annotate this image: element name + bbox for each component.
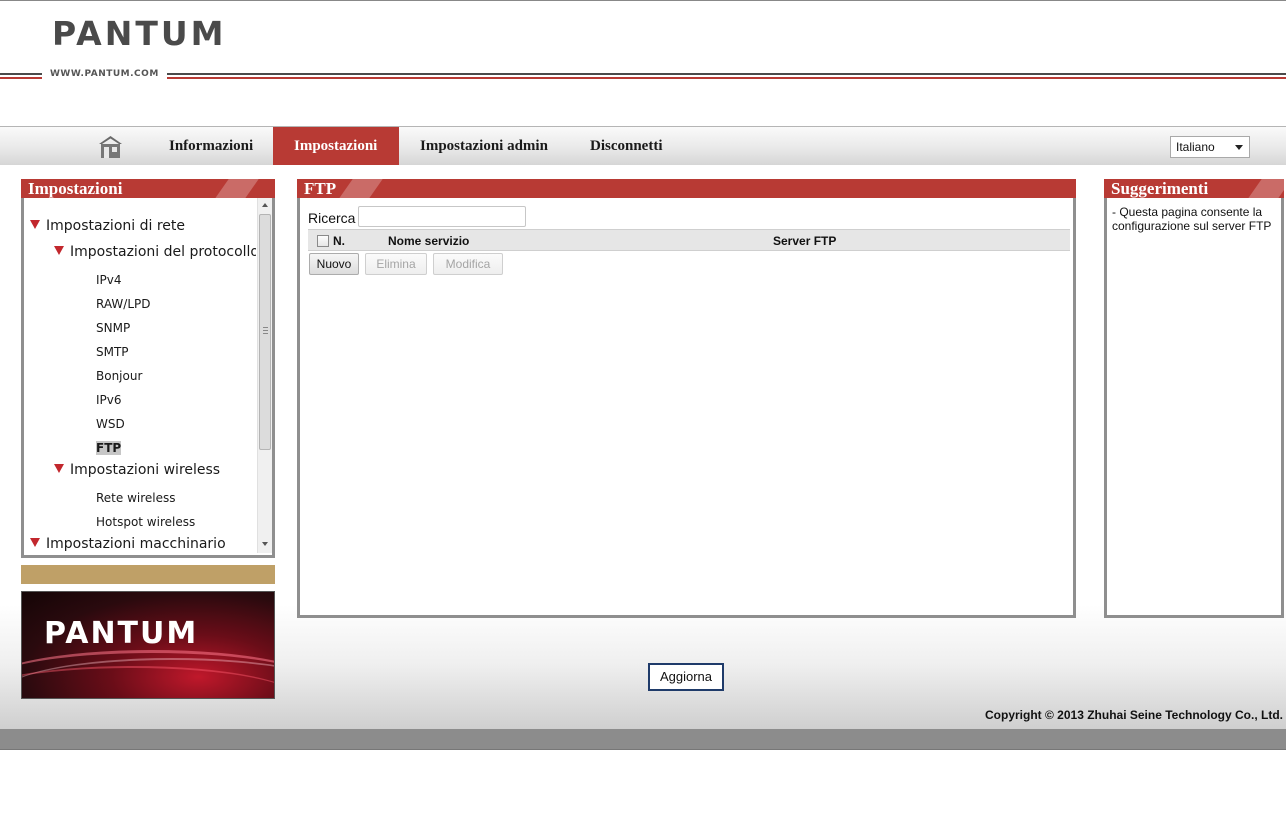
chevron-down-icon — [1235, 145, 1243, 150]
footer-bar — [0, 729, 1286, 749]
column-service-name: Nome servizio — [388, 234, 470, 248]
header-sheen — [334, 179, 386, 198]
sidebar-header: Impostazioni — [21, 179, 275, 198]
hints-title: Suggerimenti — [1111, 179, 1209, 198]
sidebar-title: Impostazioni — [28, 179, 123, 198]
tree-item-wireless-network[interactable]: Rete wireless — [96, 491, 176, 505]
tree-wireless-settings[interactable]: Impostazioni wireless — [54, 462, 220, 478]
tree-machine-settings[interactable]: Impostazioni macchinario — [30, 536, 226, 552]
refresh-button[interactable]: Aggiorna — [648, 663, 724, 691]
column-number: N. — [333, 234, 345, 248]
language-value: Italiano — [1176, 140, 1215, 154]
tree-network-settings[interactable]: Impostazioni di rete — [30, 218, 185, 234]
language-select[interactable]: Italiano — [1170, 136, 1250, 158]
ftp-header: FTP — [297, 179, 1076, 198]
expand-triangle-icon — [54, 246, 64, 255]
tree-protocol-settings[interactable]: Impostazioni del protocollo — [54, 244, 256, 260]
hints-header: Suggerimenti — [1104, 179, 1284, 198]
brand-divider-red — [0, 77, 1286, 79]
header-sheen — [1243, 179, 1284, 198]
nav-disconnetti[interactable]: Disconnetti — [569, 127, 684, 165]
delete-button[interactable]: Elimina — [365, 253, 427, 275]
tree-item-wsd[interactable]: WSD — [96, 417, 125, 431]
brand-url: WWW.PANTUM.COM — [42, 69, 167, 79]
tree-item-ipv6[interactable]: IPv6 — [96, 393, 122, 407]
copyright-text: Copyright © 2013 Zhuhai Seine Technology… — [985, 708, 1283, 722]
select-all-checkbox[interactable] — [317, 235, 329, 247]
search-input[interactable] — [358, 206, 526, 227]
tree-item-snmp[interactable]: SNMP — [96, 321, 130, 335]
tree-item-ipv4[interactable]: IPv4 — [96, 273, 122, 287]
grip-icon — [263, 327, 268, 334]
ftp-title: FTP — [304, 179, 337, 198]
expand-triangle-icon — [30, 538, 40, 547]
scroll-up-arrow-icon[interactable] — [262, 203, 268, 207]
search-label: Ricerca — [308, 210, 356, 226]
column-ftp-server: Server FTP — [773, 234, 837, 248]
pantum-banner: PANTUM — [21, 591, 275, 699]
hints-panel: - Questa pagina consente la configurazio… — [1104, 198, 1284, 618]
tree-item-wireless-hotspot[interactable]: Hotspot wireless — [96, 515, 195, 529]
main-navbar: Informazioni Impostazioni Impostazioni a… — [0, 126, 1286, 165]
top-border — [0, 0, 1286, 1]
ftp-panel: Ricerca N. Nome servizio Server FTP Nuov… — [297, 198, 1076, 618]
edit-button[interactable]: Modifica — [433, 253, 503, 275]
settings-tree: Impostazioni di rete Impostazioni del pr… — [24, 198, 256, 555]
pantum-logo: PANTUM — [52, 14, 227, 53]
brand-divider-dark — [0, 73, 1286, 75]
scroll-thumb[interactable] — [259, 214, 271, 450]
nav-impostazioni[interactable]: Impostazioni — [273, 127, 399, 165]
hint-text: - Questa pagina consente la configurazio… — [1112, 205, 1272, 233]
sidebar-tree-panel: Impostazioni di rete Impostazioni del pr… — [21, 198, 275, 558]
banner-logo: PANTUM — [44, 616, 199, 651]
tree-item-smtp[interactable]: SMTP — [96, 345, 129, 359]
scroll-down-arrow-icon[interactable] — [262, 542, 268, 546]
header-sheen — [210, 179, 262, 198]
home-icon[interactable] — [98, 135, 123, 159]
footer-line — [0, 749, 1286, 750]
tree-item-ftp[interactable]: FTP — [96, 441, 122, 455]
expand-triangle-icon — [30, 220, 40, 229]
nav-informazioni[interactable]: Informazioni — [148, 127, 274, 165]
tree-scrollbar[interactable] — [257, 198, 272, 553]
tree-item-bonjour[interactable]: Bonjour — [96, 369, 142, 383]
tree-item-raw-lpd[interactable]: RAW/LPD — [96, 297, 150, 311]
nav-impostazioni-admin[interactable]: Impostazioni admin — [399, 127, 569, 165]
gold-divider — [21, 565, 275, 584]
new-button[interactable]: Nuovo — [309, 253, 359, 275]
ftp-table-header: N. Nome servizio Server FTP — [308, 229, 1070, 251]
expand-triangle-icon — [54, 464, 64, 473]
